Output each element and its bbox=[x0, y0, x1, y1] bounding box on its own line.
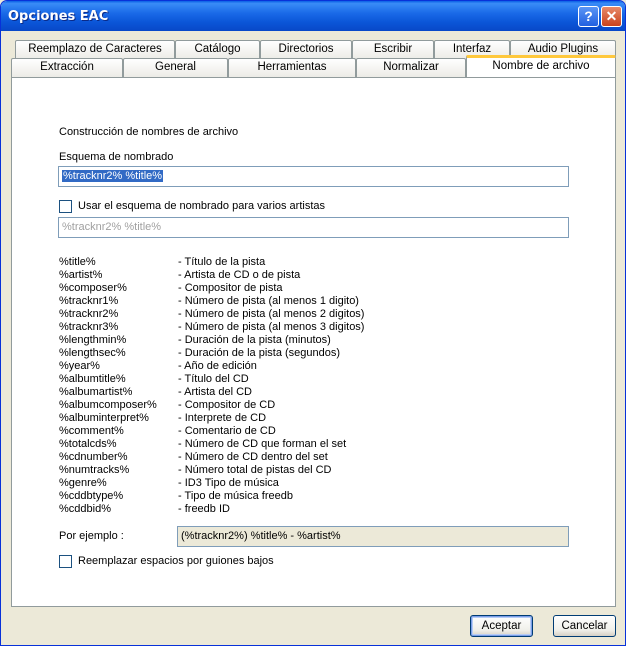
tab-directorios[interactable]: Directorios bbox=[260, 40, 352, 59]
variable-key: %genre% bbox=[59, 477, 107, 489]
various-artists-label[interactable]: Usar el esquema de nombrado para varios … bbox=[78, 200, 325, 212]
replace-spaces-label[interactable]: Reemplazar espacios por guiones bajos bbox=[78, 555, 274, 567]
variable-key: %albumcomposer% bbox=[59, 399, 157, 411]
naming-scheme-value: %tracknr2% %title% bbox=[62, 170, 164, 182]
variable-description: - Número de CD que forman el set bbox=[178, 438, 347, 450]
variable-description: - Duración de la pista (minutos) bbox=[178, 334, 331, 346]
variable-description: - Tipo de música freedb bbox=[178, 490, 293, 502]
various-artists-scheme-input[interactable]: %tracknr2% %title% bbox=[58, 217, 569, 238]
variable-key: %tracknr2% bbox=[59, 308, 119, 320]
options-dialog: Opciones EAC ? ✕ Reemplazo de Caracteres… bbox=[0, 0, 626, 646]
variable-key: %tracknr1% bbox=[59, 295, 119, 307]
variable-description: - Compositor de CD bbox=[178, 399, 276, 411]
various-artists-checkbox[interactable] bbox=[59, 200, 72, 213]
title-bar[interactable]: Opciones EAC ? ✕ bbox=[1, 1, 625, 31]
variable-key: %albumartist% bbox=[59, 386, 133, 398]
cancel-button[interactable]: Cancelar bbox=[553, 615, 616, 637]
variable-key: %title% bbox=[59, 256, 96, 268]
variable-description: - Número de CD dentro del set bbox=[178, 451, 328, 463]
variable-description: - Artista de CD o de pista bbox=[178, 269, 301, 281]
variable-description: - freedb ID bbox=[178, 503, 230, 515]
variable-key: %tracknr3% bbox=[59, 321, 119, 333]
variable-description: - Comentario de CD bbox=[178, 425, 276, 437]
tab-reemplazo-caracteres[interactable]: Reemplazo de Caracteres bbox=[15, 40, 175, 59]
tab-general[interactable]: General bbox=[123, 58, 228, 77]
tab-escribir[interactable]: Escribir bbox=[352, 40, 434, 59]
variable-description: - Interprete de CD bbox=[178, 412, 267, 424]
scheme-label: Esquema de nombrado bbox=[59, 151, 174, 163]
close-button[interactable]: ✕ bbox=[601, 6, 622, 27]
tab-herramientas[interactable]: Herramientas bbox=[228, 58, 356, 77]
accept-button[interactable]: Aceptar bbox=[470, 615, 533, 637]
tab-normalizar[interactable]: Normalizar bbox=[356, 58, 466, 77]
variable-description: - Número de pista (al menos 1 digito) bbox=[178, 295, 359, 307]
example-output: (%tracknr2%) %title% - %artist% bbox=[177, 526, 569, 547]
tab-catalogo[interactable]: Catálogo bbox=[175, 40, 260, 59]
variable-key: %artist% bbox=[59, 269, 103, 281]
variable-key: %lengthsec% bbox=[59, 347, 126, 359]
variable-description: - Título del CD bbox=[178, 373, 249, 385]
variable-key: %cdnumber% bbox=[59, 451, 128, 463]
variable-description: - Número de pista (al menos 2 digitos) bbox=[178, 308, 365, 320]
tab-extraccion[interactable]: Extracción bbox=[11, 58, 123, 77]
variable-description: - Duración de la pista (segundos) bbox=[178, 347, 341, 359]
tab-nombre-de-archivo[interactable]: Nombre de archivo bbox=[466, 55, 616, 77]
variable-key: %year% bbox=[59, 360, 100, 372]
naming-scheme-input[interactable]: %tracknr2% %title% bbox=[58, 166, 569, 187]
variable-key: %numtracks% bbox=[59, 464, 130, 476]
section-title: Construcción de nombres de archivo bbox=[59, 126, 239, 138]
variable-description: - Número total de pistas del CD bbox=[178, 464, 332, 476]
variable-key: %composer% bbox=[59, 282, 127, 294]
variable-description: - ID3 Tipo de música bbox=[178, 477, 279, 489]
variable-description: - Año de edición bbox=[178, 360, 257, 372]
variable-description: - Compositor de pista bbox=[178, 282, 283, 294]
variable-key: %cddbtype% bbox=[59, 490, 124, 502]
variable-description: - Título de la pista bbox=[178, 256, 266, 268]
variable-key: %albuminterpret% bbox=[59, 412, 149, 424]
variable-key: %totalcds% bbox=[59, 438, 117, 450]
variable-key: %albumtitle% bbox=[59, 373, 126, 385]
help-button[interactable]: ? bbox=[578, 6, 599, 27]
variable-description: - Artista del CD bbox=[178, 386, 252, 398]
variable-key: %cddbid% bbox=[59, 503, 111, 515]
variable-description: - Número de pista (al menos 3 digitos) bbox=[178, 321, 365, 333]
replace-spaces-checkbox[interactable] bbox=[59, 555, 72, 568]
variable-key: %comment% bbox=[59, 425, 124, 437]
window-title: Opciones EAC bbox=[8, 9, 109, 24]
example-label: Por ejemplo : bbox=[59, 530, 124, 542]
variable-key: %lengthmin% bbox=[59, 334, 127, 346]
